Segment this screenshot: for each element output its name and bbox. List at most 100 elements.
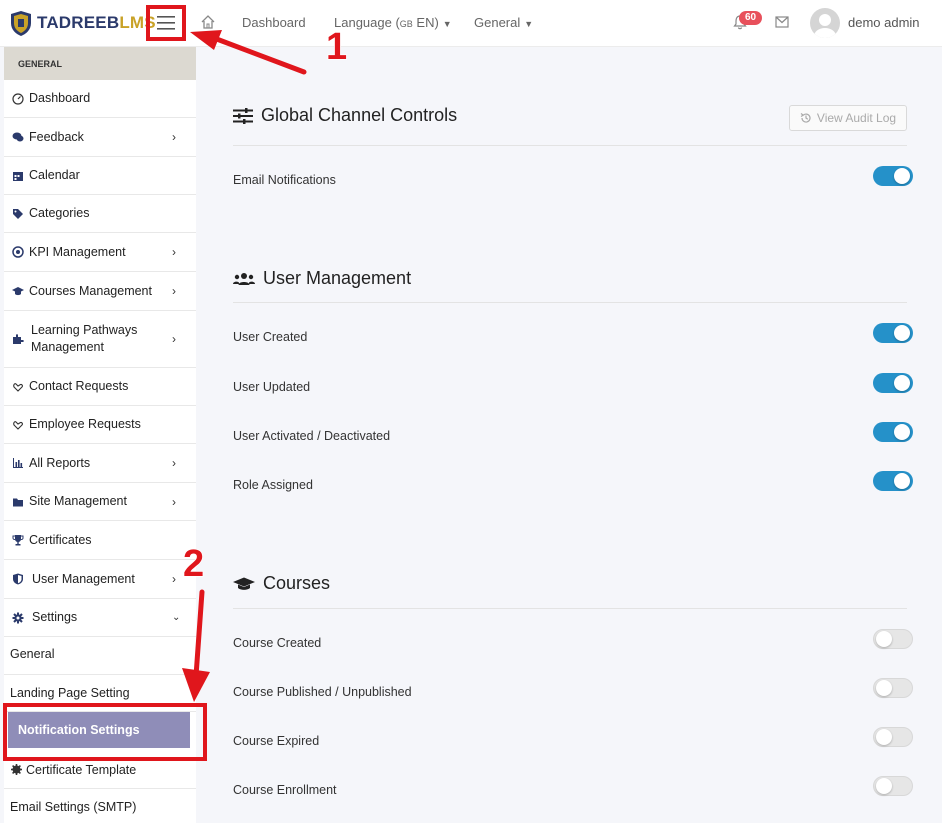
- section-divider: [233, 608, 907, 609]
- sidebar-item-contact-requests[interactable]: Contact Requests: [4, 368, 196, 406]
- toggle-knob: [894, 375, 910, 391]
- row-label-email-notifications: Email Notifications: [233, 173, 336, 187]
- row-label-course-expired: Course Expired: [233, 734, 320, 748]
- graduation-cap-icon: [12, 287, 24, 296]
- sidebar-item-site-management[interactable]: Site Management ›: [4, 483, 196, 521]
- annotation-box-hamburger: [146, 5, 186, 41]
- sidebar-item-user-management[interactable]: User Management ›: [4, 560, 196, 599]
- tags-icon: [13, 209, 23, 219]
- section-title-global-channel-controls: Global Channel Controls: [233, 105, 457, 126]
- sidebar-subitem-label: General: [10, 647, 55, 661]
- annotation-step-1: 1: [325, 25, 348, 69]
- course-expired-toggle[interactable]: [873, 727, 913, 747]
- row-label-course-enrollment: Course Enrollment: [233, 783, 337, 797]
- toggle-knob: [876, 680, 892, 696]
- language-flag: GB: [399, 19, 413, 29]
- chevron-right-icon: ›: [172, 245, 176, 259]
- row-label-course-created: Course Created: [233, 636, 322, 650]
- chevron-right-icon: ›: [172, 456, 176, 470]
- sidebar-item-settings[interactable]: Settings ⌄: [4, 599, 196, 637]
- hand-heart-icon: [13, 421, 23, 430]
- sidebar-item-learning-pathways[interactable]: Learning Pathways Management ›: [4, 311, 196, 368]
- row-label-role-assigned: Role Assigned: [233, 478, 313, 492]
- sidebar-item-certificates[interactable]: Certificates: [4, 521, 196, 560]
- sidebar-subitem-label: Email Settings (SMTP): [10, 800, 137, 814]
- sidebar-item-label: Learning Pathways Management: [31, 323, 138, 354]
- main-content: Global Channel Controls View Audit Log E…: [197, 47, 942, 823]
- gear-icon: [12, 612, 24, 624]
- sidebar-item-label: User Management: [32, 572, 135, 586]
- toggle-knob: [876, 631, 892, 647]
- chevron-right-icon: ›: [172, 495, 176, 509]
- sidebar-item-categories[interactable]: Categories: [4, 195, 196, 233]
- folder-icon: [13, 498, 23, 507]
- user-created-toggle[interactable]: [873, 323, 913, 343]
- course-created-toggle[interactable]: [873, 629, 913, 649]
- caret-down-icon: ▼: [442, 19, 452, 29]
- section-divider: [233, 145, 907, 146]
- nav-general-dropdown[interactable]: General ▼: [474, 15, 533, 30]
- sidebar-item-label: Certificates: [29, 533, 92, 547]
- sidebar-subitem-email-settings[interactable]: Email Settings (SMTP): [4, 789, 196, 823]
- logo-text: TADREEBLMS: [37, 13, 156, 32]
- annotation-box-notification-settings: [3, 703, 207, 761]
- toggle-knob: [894, 168, 910, 184]
- annotation-step-2: 2: [182, 542, 205, 586]
- row-label-user-updated: User Updated: [233, 380, 311, 394]
- graduation-cap-icon: [233, 577, 255, 590]
- chevron-right-icon: ›: [172, 130, 176, 144]
- section-title-courses: Courses: [233, 573, 330, 594]
- sidebar-item-courses-management[interactable]: Courses Management ›: [4, 272, 196, 311]
- sidebar-subitem-general[interactable]: General: [4, 637, 196, 675]
- certificate-seal-icon: [11, 764, 22, 775]
- user-updated-toggle[interactable]: [873, 373, 913, 393]
- users-icon: [233, 272, 255, 285]
- bar-chart-icon: [13, 458, 23, 468]
- sidebar-item-label: Feedback: [29, 130, 84, 144]
- shield-logo-icon: [11, 10, 31, 36]
- user-activated-deactivated-toggle[interactable]: [873, 422, 913, 442]
- sidebar-item-kpi-management[interactable]: KPI Management ›: [4, 233, 196, 272]
- user-avatar[interactable]: [810, 8, 840, 38]
- notification-count-badge: 60: [739, 11, 763, 25]
- hand-heart-icon: [13, 383, 23, 392]
- comments-icon: [12, 132, 24, 142]
- row-label-course-published-unpublished: Course Published / Unpublished: [233, 685, 412, 699]
- top-navbar: TADREEBLMS Dashboard Language (GB EN) ▼ G…: [0, 0, 942, 47]
- sidebar-subitem-label: Certificate Template: [26, 763, 137, 777]
- chevron-right-icon: ›: [172, 332, 176, 346]
- logo[interactable]: TADREEBLMS: [10, 9, 156, 37]
- sidebar-subitem-label: Landing Page Setting: [10, 686, 130, 700]
- email-notifications-toggle[interactable]: [873, 166, 913, 186]
- caret-down-icon: ▼: [524, 19, 534, 29]
- sidebar-item-calendar[interactable]: Calendar: [4, 157, 196, 195]
- toggle-knob: [894, 325, 910, 341]
- section-divider: [233, 302, 907, 303]
- sidebar-item-all-reports[interactable]: All Reports ›: [4, 444, 196, 483]
- sidebar-item-label: Courses Management: [29, 284, 152, 298]
- row-label-user-activated-deactivated: User Activated / Deactivated: [233, 429, 391, 443]
- toggle-knob: [876, 778, 892, 794]
- sidebar-item-label: All Reports: [29, 456, 91, 470]
- sidebar-item-label: Contact Requests: [29, 379, 129, 393]
- sidebar-item-feedback[interactable]: Feedback ›: [4, 118, 196, 157]
- sidebar-item-label: Calendar: [29, 168, 80, 182]
- calendar-icon: [13, 172, 23, 181]
- chevron-right-icon: ›: [172, 572, 176, 586]
- course-enrollment-toggle[interactable]: [873, 776, 913, 796]
- sidebar-item-label: Categories: [29, 206, 90, 220]
- annotation-arrow-2: [182, 589, 210, 702]
- view-audit-log-button[interactable]: View Audit Log: [789, 105, 907, 131]
- mail-icon[interactable]: [775, 16, 789, 28]
- sidebar-item-employee-requests[interactable]: Employee Requests: [4, 406, 196, 444]
- nav-language-dropdown[interactable]: Language (GB EN) ▼: [334, 15, 452, 30]
- course-published-unpublished-toggle[interactable]: [873, 678, 913, 698]
- role-assigned-toggle[interactable]: [873, 471, 913, 491]
- toggle-knob: [876, 729, 892, 745]
- user-name[interactable]: demo admin: [848, 15, 920, 30]
- sidebar-section-header: GENERAL: [4, 47, 196, 80]
- section-title-user-management: User Management: [233, 268, 411, 289]
- sidebar-item-dashboard[interactable]: Dashboard: [4, 80, 196, 118]
- history-icon: [800, 113, 811, 123]
- puzzle-icon: [13, 334, 24, 344]
